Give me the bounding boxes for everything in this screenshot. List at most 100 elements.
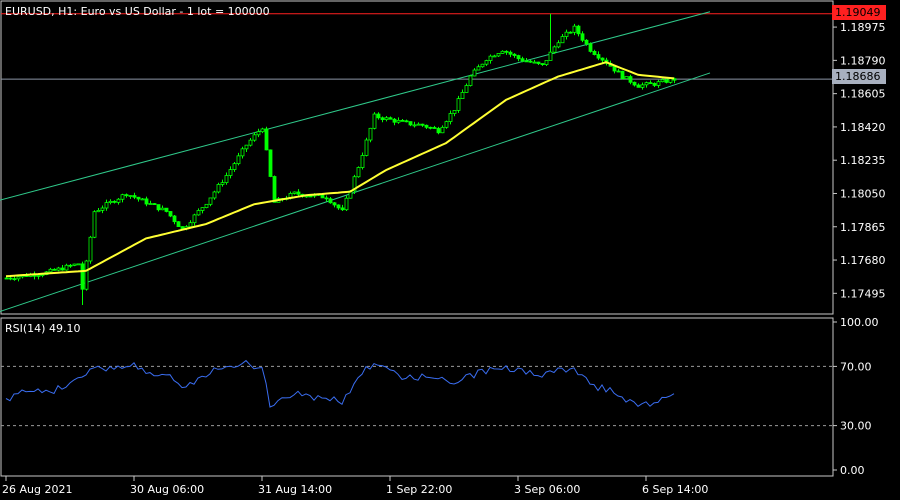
candle-body xyxy=(624,76,629,80)
candle-body xyxy=(140,198,145,201)
candle-body xyxy=(596,54,601,59)
candle-body xyxy=(368,127,373,141)
candle-body xyxy=(176,221,181,227)
candle-body xyxy=(520,58,525,62)
candle-body xyxy=(364,139,369,156)
candle-body xyxy=(544,60,549,66)
candle-body xyxy=(324,197,329,200)
high-price-label: 1.19049 xyxy=(835,6,881,19)
price-tick-label: 1.18975 xyxy=(840,21,886,34)
candle-body xyxy=(616,70,621,73)
candle-body xyxy=(436,128,441,134)
candle-body xyxy=(384,117,389,121)
candle-body xyxy=(476,66,481,71)
candle-body xyxy=(408,121,413,126)
candle-body xyxy=(108,200,113,204)
candle-body xyxy=(344,197,349,211)
candle-body xyxy=(48,268,53,273)
candle-body xyxy=(572,25,577,33)
candle-body xyxy=(396,119,401,123)
candle-body xyxy=(204,203,209,209)
candle-body xyxy=(196,210,201,216)
rsi-title: RSI(14) 49.10 xyxy=(5,322,80,335)
candle-body xyxy=(120,194,125,200)
candle-body xyxy=(460,92,465,100)
candle-body xyxy=(560,36,565,44)
candle-body xyxy=(628,76,633,83)
candle-body xyxy=(144,198,149,205)
candle xyxy=(268,149,273,178)
candle-body xyxy=(356,167,361,178)
candle-body xyxy=(452,110,457,114)
candle-body xyxy=(172,215,177,223)
rsi-tick-label: 70.00 xyxy=(840,360,872,373)
trading-chart[interactable]: 1.18975 1.18790 1.18605 1.18420 1.18235 1.180… xyxy=(0,0,900,500)
price-tick-label: 1.18235 xyxy=(840,154,886,167)
price-tick-label: 1.18605 xyxy=(840,88,886,101)
candle-body xyxy=(224,175,229,183)
candle-body xyxy=(472,69,477,77)
candle-body xyxy=(440,126,445,134)
candle xyxy=(588,42,593,53)
candle-body xyxy=(480,63,485,68)
candle-body xyxy=(168,211,173,217)
candle-body xyxy=(600,57,605,61)
candle xyxy=(92,210,97,239)
candle-body xyxy=(592,51,597,55)
candle-body xyxy=(4,277,9,280)
candle-body xyxy=(260,128,265,133)
candle-body xyxy=(188,222,193,228)
candle-body xyxy=(104,202,109,209)
candle-body xyxy=(496,53,501,57)
candle-body xyxy=(16,276,21,280)
candle-body xyxy=(52,268,57,271)
candle-body xyxy=(548,51,553,61)
candle-body xyxy=(568,31,573,34)
candle-body xyxy=(652,83,657,86)
candle-body xyxy=(156,204,161,211)
candle-body xyxy=(132,195,137,198)
candle-body xyxy=(388,117,393,120)
main-title: EURUSD, H1: Euro vs US Dollar - 1 lot = … xyxy=(5,5,270,18)
candle-body xyxy=(272,176,277,203)
candle-body xyxy=(328,198,333,204)
candle-body xyxy=(220,182,225,185)
candle-body xyxy=(308,195,313,198)
time-tick-label: 1 Sep 22:00 xyxy=(386,483,452,496)
candle-body xyxy=(124,194,129,197)
candle-body xyxy=(424,124,429,128)
candle xyxy=(76,263,81,266)
time-tick-label: 6 Sep 14:00 xyxy=(642,483,708,496)
candle-body xyxy=(208,197,213,205)
candle-body xyxy=(640,84,645,88)
chart-background xyxy=(0,0,900,500)
candle-body xyxy=(84,260,89,290)
candle-body xyxy=(240,148,245,157)
price-tick-label: 1.18050 xyxy=(840,187,886,200)
candle-body xyxy=(540,63,545,66)
candle-body xyxy=(76,263,81,266)
time-tick-label: 31 Aug 14:00 xyxy=(258,483,332,496)
candle-body xyxy=(200,207,205,211)
candle-body xyxy=(244,144,249,150)
time-tick-label: 26 Aug 2021 xyxy=(2,483,72,496)
candle-body xyxy=(516,55,521,60)
candle-body xyxy=(392,118,397,123)
candle-body xyxy=(588,43,593,52)
candle xyxy=(264,126,269,151)
candle-body xyxy=(64,264,69,271)
candle-body xyxy=(584,39,589,45)
candle-body xyxy=(400,119,405,122)
candle-body xyxy=(68,264,73,267)
candle-body xyxy=(372,113,377,129)
candle xyxy=(368,127,373,143)
candle-body xyxy=(556,42,561,48)
candle-body xyxy=(444,121,449,128)
candle-body xyxy=(60,267,65,271)
candle xyxy=(624,76,629,80)
candle-body xyxy=(552,46,557,53)
candle-body xyxy=(412,124,417,127)
time-tick-label: 3 Sep 06:00 xyxy=(514,483,580,496)
candle-body xyxy=(336,204,341,209)
candle-body xyxy=(576,25,581,35)
